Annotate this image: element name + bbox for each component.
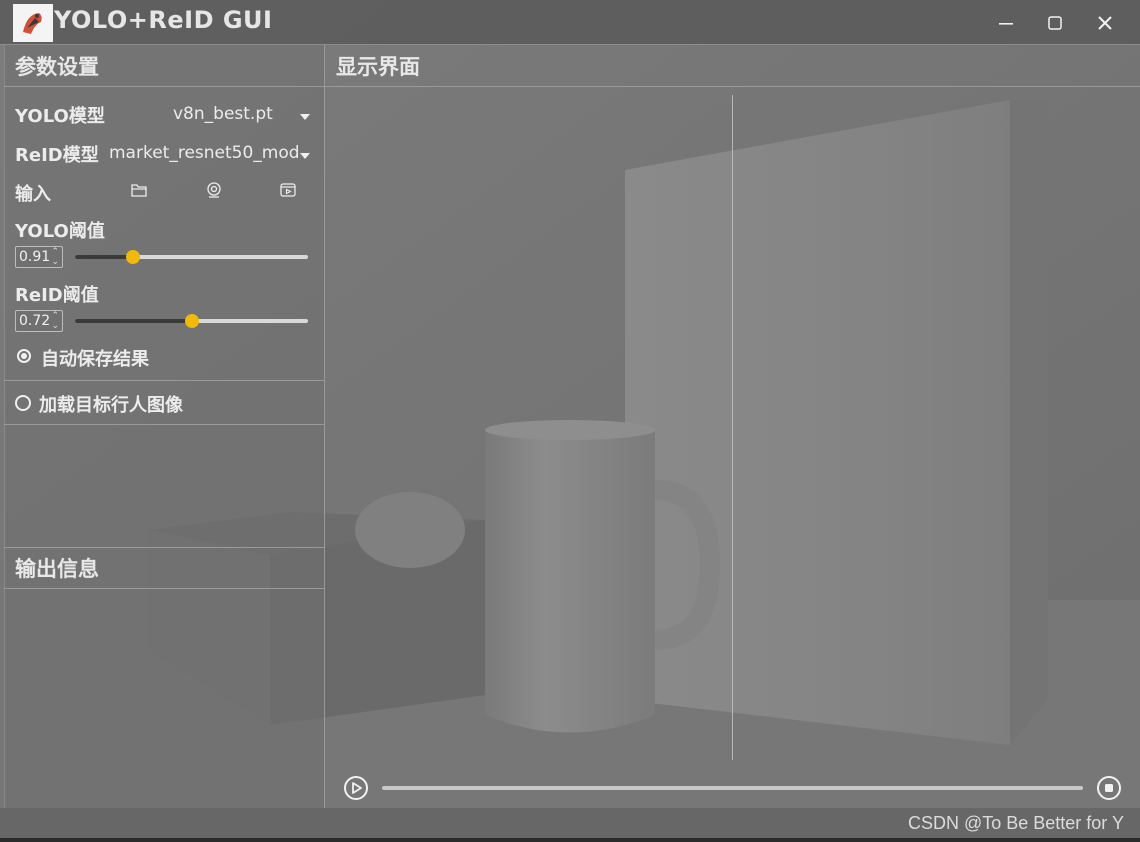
reid-threshold-handle[interactable] — [184, 314, 199, 328]
auto-save-radio[interactable] — [17, 349, 31, 363]
yolo-model-label: YOLO模型 — [15, 106, 105, 127]
video-display — [325, 87, 1140, 767]
reid-threshold-slider[interactable] — [75, 314, 308, 328]
yolo-model-select[interactable]: v8n_best.pt — [105, 100, 317, 128]
auto-save-label: 自动保存结果 — [41, 349, 149, 370]
maximize-button[interactable] — [1035, 8, 1075, 38]
video-file-button[interactable] — [279, 181, 299, 201]
spin-arrows-icon[interactable]: ⌃ ⌄ — [51, 247, 59, 267]
yolo-threshold-slider[interactable] — [75, 250, 308, 264]
parameter-panel-header: 参数设置 — [15, 55, 99, 79]
app-window: YOLO+ReID GUI 参数设置 显示界面 YOLO模型 v8n_best.… — [0, 0, 1140, 842]
chevron-down-icon — [300, 153, 310, 159]
reid-threshold-value: 0.72 — [19, 313, 51, 329]
output-log — [5, 589, 323, 807]
divider — [4, 380, 324, 381]
load-target-option[interactable]: 加载目标行人图像 — [13, 391, 313, 416]
auto-save-option[interactable]: 自动保存结果 — [15, 345, 315, 370]
yolo-model-value: v8n_best.pt — [173, 104, 273, 124]
minimize-button[interactable] — [986, 8, 1026, 38]
input-label: 输入 — [15, 184, 51, 205]
open-folder-button[interactable] — [130, 181, 150, 201]
divider — [4, 86, 324, 87]
maximize-icon — [1048, 16, 1062, 30]
playback-progress-bar[interactable] — [382, 786, 1083, 790]
load-target-label: 加载目标行人图像 — [39, 395, 183, 416]
display-panel-header: 显示界面 — [336, 55, 420, 79]
load-target-radio[interactable] — [15, 395, 31, 411]
reid-model-label: ReID模型 — [15, 145, 99, 166]
close-button[interactable] — [1085, 8, 1125, 38]
window-title: YOLO+ReID GUI — [54, 6, 273, 34]
chevron-down-icon — [300, 114, 310, 120]
reid-threshold-label: ReID阈值 — [15, 285, 99, 306]
video-file-icon — [280, 183, 296, 197]
stop-icon — [1097, 776, 1121, 800]
title-bar: YOLO+ReID GUI — [0, 0, 1140, 45]
yolo-threshold-label: YOLO阈值 — [15, 221, 105, 242]
play-button[interactable] — [343, 775, 369, 801]
reid-threshold-spinbox[interactable]: 0.72 ⌃ ⌄ — [15, 310, 63, 332]
minimize-icon — [999, 23, 1013, 25]
output-panel-header: 输出信息 — [15, 557, 99, 581]
stop-button[interactable] — [1096, 775, 1122, 801]
webcam-button[interactable] — [205, 181, 225, 201]
status-bar: CSDN @To Be Better for Y — [0, 808, 1140, 838]
webcam-icon — [207, 182, 221, 198]
reid-model-select[interactable]: market_resnet50_model_ — [105, 139, 317, 167]
bottom-strip — [0, 838, 1140, 842]
divider — [4, 424, 324, 425]
yolo-threshold-value: 0.91 — [19, 249, 51, 265]
spin-arrows-icon[interactable]: ⌃ ⌄ — [51, 311, 59, 331]
reid-model-value: market_resnet50_model_ — [109, 143, 299, 163]
credit-watermark: CSDN @To Be Better for Y — [907, 813, 1124, 833]
close-icon — [1098, 16, 1112, 30]
yolo-threshold-spinbox[interactable]: 0.91 ⌃ ⌄ — [15, 246, 63, 268]
play-icon — [344, 776, 368, 800]
app-logo-icon — [13, 4, 53, 42]
folder-icon — [131, 184, 147, 197]
yolo-threshold-fill — [75, 255, 134, 259]
reid-threshold-fill — [75, 319, 192, 323]
